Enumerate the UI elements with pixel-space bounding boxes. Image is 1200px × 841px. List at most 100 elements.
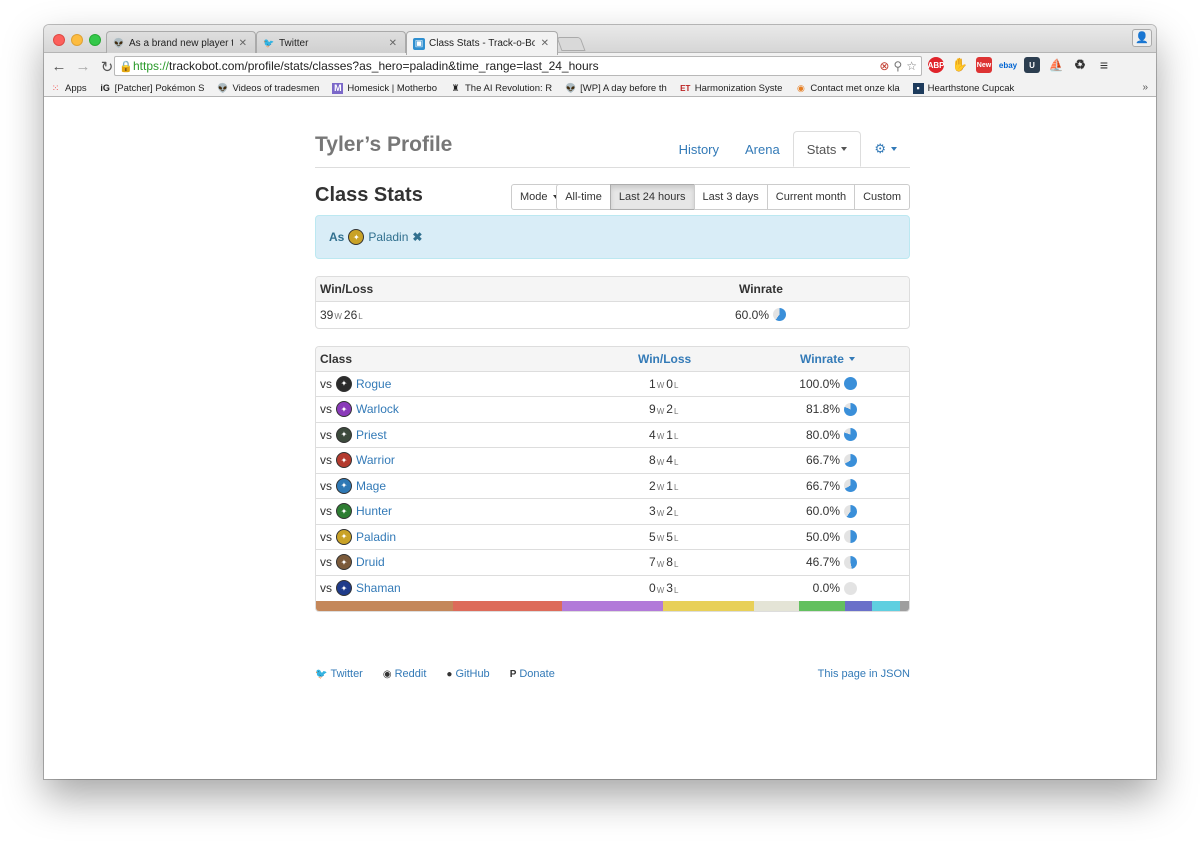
close-tab-icon[interactable]: ✕ <box>239 38 247 49</box>
chevron-down-icon <box>891 147 897 151</box>
bookmark-item[interactable]: 👽 Videos of tradesmen <box>217 83 319 94</box>
settings-dropdown[interactable]: ⚙ <box>861 131 910 167</box>
bookmark-item[interactable]: M Homesick | Motherbo <box>332 82 437 94</box>
class-name-link[interactable]: Hunter <box>356 504 392 518</box>
bookmark-label: Harmonization Syste <box>694 82 783 94</box>
winrate-pie-icon <box>844 453 857 467</box>
boat-icon[interactable]: ⛵ <box>1048 57 1064 73</box>
menu-icon[interactable]: ≡ <box>1096 57 1112 73</box>
ign-icon: iG <box>100 83 110 93</box>
class-cell: vs ✦ Rogue <box>320 372 391 397</box>
winrate-value: 0.0% <box>812 581 840 596</box>
back-arrow-icon[interactable]: ← <box>50 58 68 75</box>
adblock-icon[interactable]: ABP <box>928 57 944 73</box>
class-name-link[interactable]: Paladin <box>356 530 396 544</box>
ublock-icon[interactable]: U <box>1024 57 1040 73</box>
footer-donate-link[interactable]: P Donate <box>510 668 555 680</box>
ebay-icon[interactable]: ebay <box>999 57 1017 73</box>
minimize-window-button[interactable] <box>71 34 83 46</box>
more-bookmarks-button[interactable]: » <box>1142 82 1148 93</box>
bookmark-apps[interactable]: ⁙ Apps <box>50 83 87 94</box>
zoom-icon[interactable]: ⚲ <box>893 59 902 73</box>
tab-class-stats[interactable]: ▣ Class Stats - Track-o-Bot ✕ <box>406 31 558 55</box>
vs-label: vs <box>320 402 332 417</box>
table-row: vs ✦ Druid 7W 8L 46.7% <box>316 550 909 576</box>
user-profile-icon[interactable]: 👤 <box>1132 29 1152 47</box>
distribution-segment <box>899 601 909 611</box>
footer-reddit-link[interactable]: ◉ Reddit <box>383 668 427 680</box>
address-bar[interactable]: 🔒 https://trackobot.com/profile/stats/cl… <box>114 56 922 76</box>
close-tab-icon[interactable]: ✕ <box>541 38 549 49</box>
wins-count: 39 <box>320 307 334 322</box>
page-content: Tyler’s Profile History Arena Stats ⚙ Cl… <box>44 98 1156 779</box>
hand-icon[interactable]: ✋ <box>952 57 968 73</box>
sort-winloss-link[interactable]: Win/Loss <box>638 347 691 371</box>
wins-suffix: W <box>656 508 665 518</box>
new-tab-button[interactable] <box>556 37 586 51</box>
wins-suffix: W <box>656 559 665 569</box>
class-stats-header: Class Stats Mode All-time Last 24 hours … <box>315 184 910 232</box>
remove-filter-icon[interactable]: ✖ <box>412 230 422 244</box>
losses-count: 8 <box>666 555 673 570</box>
winrate-pie-icon <box>844 377 857 391</box>
winrate-value: 50.0% <box>805 529 840 544</box>
wins-count: 4 <box>649 427 656 442</box>
close-window-button[interactable] <box>53 34 65 46</box>
class-cell: vs ✦ Mage <box>320 474 386 499</box>
losses-suffix: L <box>673 534 679 544</box>
winrate-pie-icon <box>844 581 857 595</box>
class-name-link[interactable]: Rogue <box>356 377 391 391</box>
bookmark-item[interactable]: ◉ Contact met onze kla <box>795 83 900 94</box>
range-custom-button[interactable]: Custom <box>854 184 910 210</box>
reddit-icon: 👽 <box>113 37 125 48</box>
star-bookmark-icon[interactable]: ☆ <box>906 59 917 73</box>
tab-reddit[interactable]: 👽 As a brand new player this ✕ <box>106 31 256 54</box>
recycle-icon[interactable]: ♻ <box>1072 57 1088 73</box>
range-last-3-days-button[interactable]: Last 3 days <box>693 184 768 210</box>
new-badge-icon[interactable]: New <box>976 57 992 73</box>
bookmark-item[interactable]: iG [Patcher] Pokémon S <box>100 83 204 94</box>
wins-count: 2 <box>649 478 656 493</box>
sort-winrate-link[interactable]: Winrate <box>800 347 855 371</box>
winloss-cell: 9W 2L <box>649 397 680 422</box>
lock-icon: 🔒 <box>119 60 133 73</box>
winrate-value: 100.0% <box>799 376 840 391</box>
zoom-window-button[interactable] <box>89 34 101 46</box>
wins-count: 7 <box>649 555 656 570</box>
tab-title: Class Stats - Track-o-Bot <box>429 38 535 49</box>
losses-count: 2 <box>666 402 673 417</box>
class-name-link[interactable]: Mage <box>356 479 386 493</box>
range-last-24-hours-button[interactable]: Last 24 hours <box>609 184 695 210</box>
bookmark-item[interactable]: ▪ Hearthstone Cupcak <box>912 82 1014 94</box>
bookmark-item[interactable]: ♜ The AI Revolution: R <box>450 83 552 94</box>
class-name-link[interactable]: Shaman <box>356 581 401 595</box>
footer-github-link[interactable]: ● GitHub <box>446 668 489 680</box>
wins-count: 1 <box>649 376 656 391</box>
bookmark-item[interactable]: 👽 [WP] A day before th <box>565 83 667 94</box>
paladin-class-icon: ✦ <box>336 528 352 545</box>
vs-label: vs <box>320 427 332 442</box>
close-tab-icon[interactable]: ✕ <box>389 38 397 49</box>
waitbutwhy-icon: ♜ <box>451 82 460 93</box>
tab-history[interactable]: History <box>666 131 732 167</box>
range-current-month-button[interactable]: Current month <box>766 184 856 210</box>
wins-suffix: W <box>656 457 665 467</box>
bookmark-item[interactable]: ET Harmonization Syste <box>680 82 783 94</box>
gear-icon: ⚙ <box>874 141 886 156</box>
forward-arrow-icon[interactable]: → <box>74 58 92 75</box>
tab-stats[interactable]: Stats <box>792 131 862 167</box>
json-page-link[interactable]: This page in JSON <box>818 668 910 680</box>
class-name-link[interactable]: Warlock <box>356 402 399 416</box>
footer-twitter-link[interactable]: 🐦 Twitter <box>315 668 363 680</box>
class-name-link[interactable]: Warrior <box>356 453 395 467</box>
table-row: vs ✦ Mage 2W 1L 66.7% <box>316 474 909 499</box>
shaman-class-icon: ✦ <box>336 580 352 597</box>
range-all-time-button[interactable]: All-time <box>556 184 611 210</box>
tab-twitter[interactable]: 🐦 Twitter ✕ <box>256 31 406 54</box>
class-name-link[interactable]: Druid <box>356 555 385 569</box>
cookie-icon[interactable]: ⊗ <box>879 59 889 73</box>
losses-suffix: L <box>673 483 679 493</box>
tab-arena[interactable]: Arena <box>732 131 793 167</box>
class-name-link[interactable]: Priest <box>356 428 387 442</box>
wins-suffix: W <box>656 406 665 416</box>
